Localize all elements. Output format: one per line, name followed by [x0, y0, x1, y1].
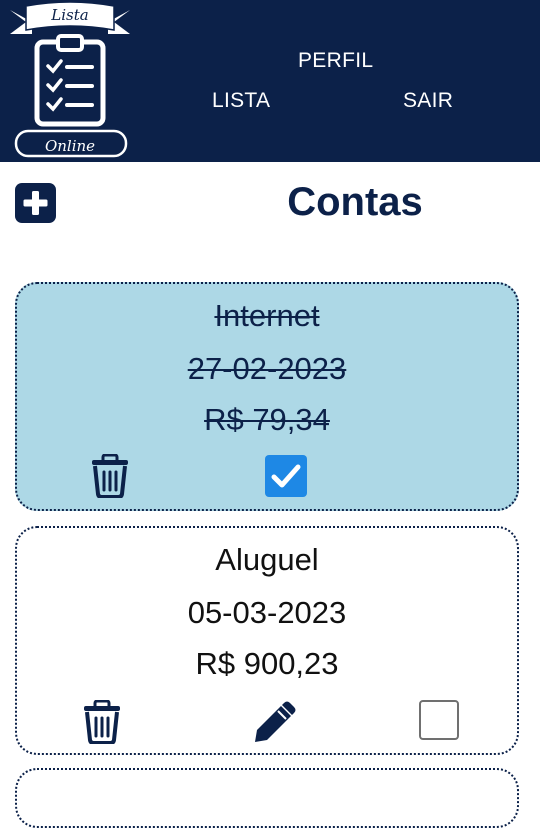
app-logo[interactable]: Lista Online — [0, 0, 140, 162]
paid-checkbox[interactable] — [265, 455, 307, 497]
app-header: Lista Online PERFIL LISTA SAIR — [0, 0, 540, 162]
add-account-button[interactable] — [15, 183, 56, 223]
account-name: Internet — [214, 298, 320, 333]
account-name: Aluguel — [215, 542, 319, 577]
pencil-icon — [255, 701, 296, 742]
account-amount: R$ 79,34 — [204, 402, 330, 437]
plus-icon — [23, 191, 48, 215]
edit-button[interactable] — [253, 700, 297, 744]
nav-perfil-link[interactable]: PERFIL — [298, 49, 373, 73]
account-date: 27-02-2023 — [187, 351, 347, 386]
page-title: Contas — [287, 180, 423, 224]
account-date: 05-03-2023 — [187, 595, 347, 630]
trash-icon — [92, 454, 128, 498]
delete-button[interactable] — [83, 700, 121, 744]
checkmark-icon — [271, 464, 301, 488]
delete-button[interactable] — [91, 454, 129, 498]
paid-checkbox[interactable] — [419, 700, 459, 740]
trash-icon — [84, 700, 120, 744]
nav-lista-link[interactable]: LISTA — [212, 89, 270, 113]
logo-top-text: Lista — [51, 6, 89, 24]
account-card-unpaid: Aluguel 05-03-2023 R$ 900,23 — [15, 526, 519, 755]
nav-sair-link[interactable]: SAIR — [403, 89, 453, 113]
account-amount: R$ 900,23 — [195, 646, 339, 681]
account-card — [15, 768, 519, 828]
logo-bottom-text: Online — [44, 137, 96, 155]
account-card-paid: Internet 27-02-2023 R$ 79,34 — [15, 282, 519, 511]
